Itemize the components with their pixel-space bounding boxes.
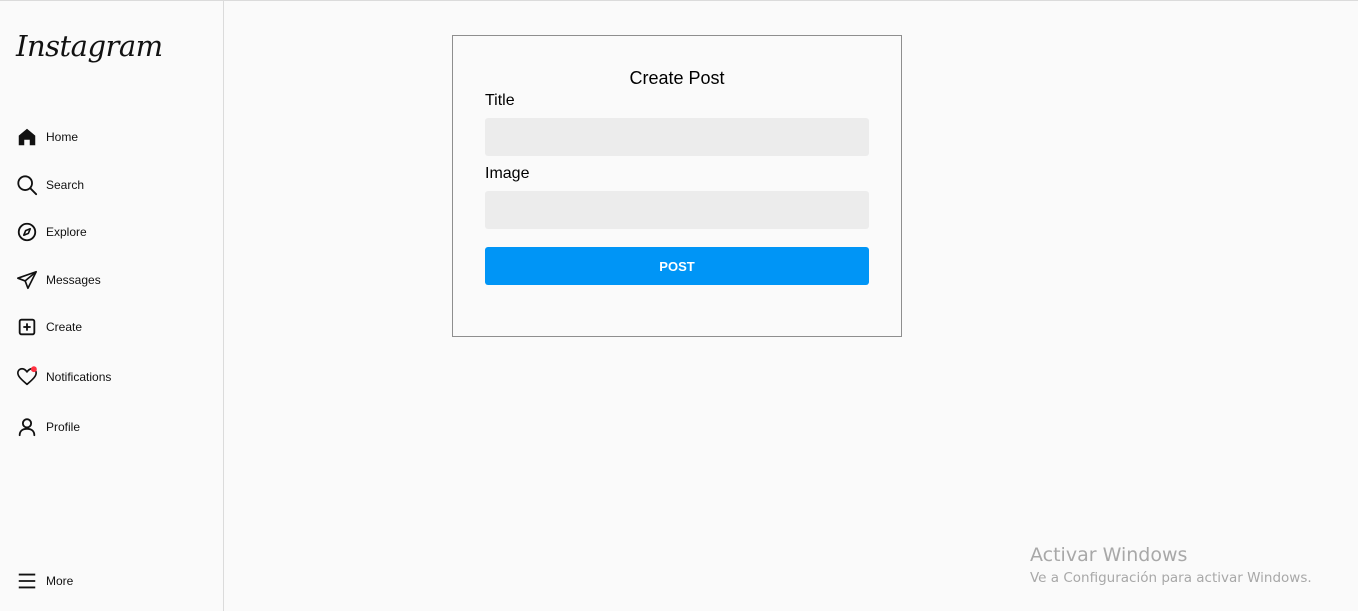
plus-square-icon <box>16 316 38 338</box>
create-post-form: Create Post Title Image POST <box>452 35 902 337</box>
user-icon <box>16 416 38 438</box>
form-title: Create Post <box>629 68 725 88</box>
sidebar-item-label: Messages <box>46 273 101 287</box>
main-content: Create Post Title Image POST <box>225 1 1358 611</box>
sidebar-item-label: More <box>46 574 74 588</box>
sidebar-item-notifications[interactable]: Notifications <box>16 365 206 389</box>
sidebar: Instagram Home Search Explore Messages C… <box>0 1 224 611</box>
app-page: Instagram Home Search Explore Messages C… <box>0 0 1358 611</box>
heart-icon <box>16 366 38 388</box>
sidebar-item-profile[interactable]: Profile <box>16 415 206 439</box>
menu-icon <box>16 570 38 592</box>
post-button[interactable]: POST <box>485 247 869 285</box>
title-label: Title <box>485 92 515 109</box>
sidebar-item-label: Search <box>46 178 85 192</box>
sidebar-item-search[interactable]: Search <box>16 173 206 197</box>
sidebar-item-label: Explore <box>46 225 87 239</box>
sidebar-item-label: Profile <box>46 420 81 434</box>
sidebar-item-label: Notifications <box>46 370 112 384</box>
image-input[interactable] <box>485 191 869 229</box>
paper-plane-icon <box>16 269 38 291</box>
sidebar-item-label: Create <box>46 320 83 334</box>
title-input[interactable] <box>485 118 869 156</box>
windows-activation-watermark: Activar Windows Ve a Configuración para … <box>1030 544 1312 586</box>
sidebar-item-explore[interactable]: Explore <box>16 220 206 244</box>
sidebar-item-messages[interactable]: Messages <box>16 268 206 292</box>
image-label: Image <box>485 165 530 182</box>
sidebar-item-more[interactable]: More <box>16 569 206 593</box>
watermark-subtitle: Ve a Configuración para activar Windows. <box>1030 570 1312 586</box>
instagram-logo[interactable]: Instagram <box>16 29 163 63</box>
sidebar-item-label: Home <box>46 130 79 144</box>
search-icon <box>16 174 38 196</box>
sidebar-item-create[interactable]: Create <box>16 315 206 339</box>
compass-icon <box>16 221 38 243</box>
watermark-title: Activar Windows <box>1030 544 1188 566</box>
home-icon <box>16 126 38 148</box>
sidebar-item-home[interactable]: Home <box>16 125 206 149</box>
